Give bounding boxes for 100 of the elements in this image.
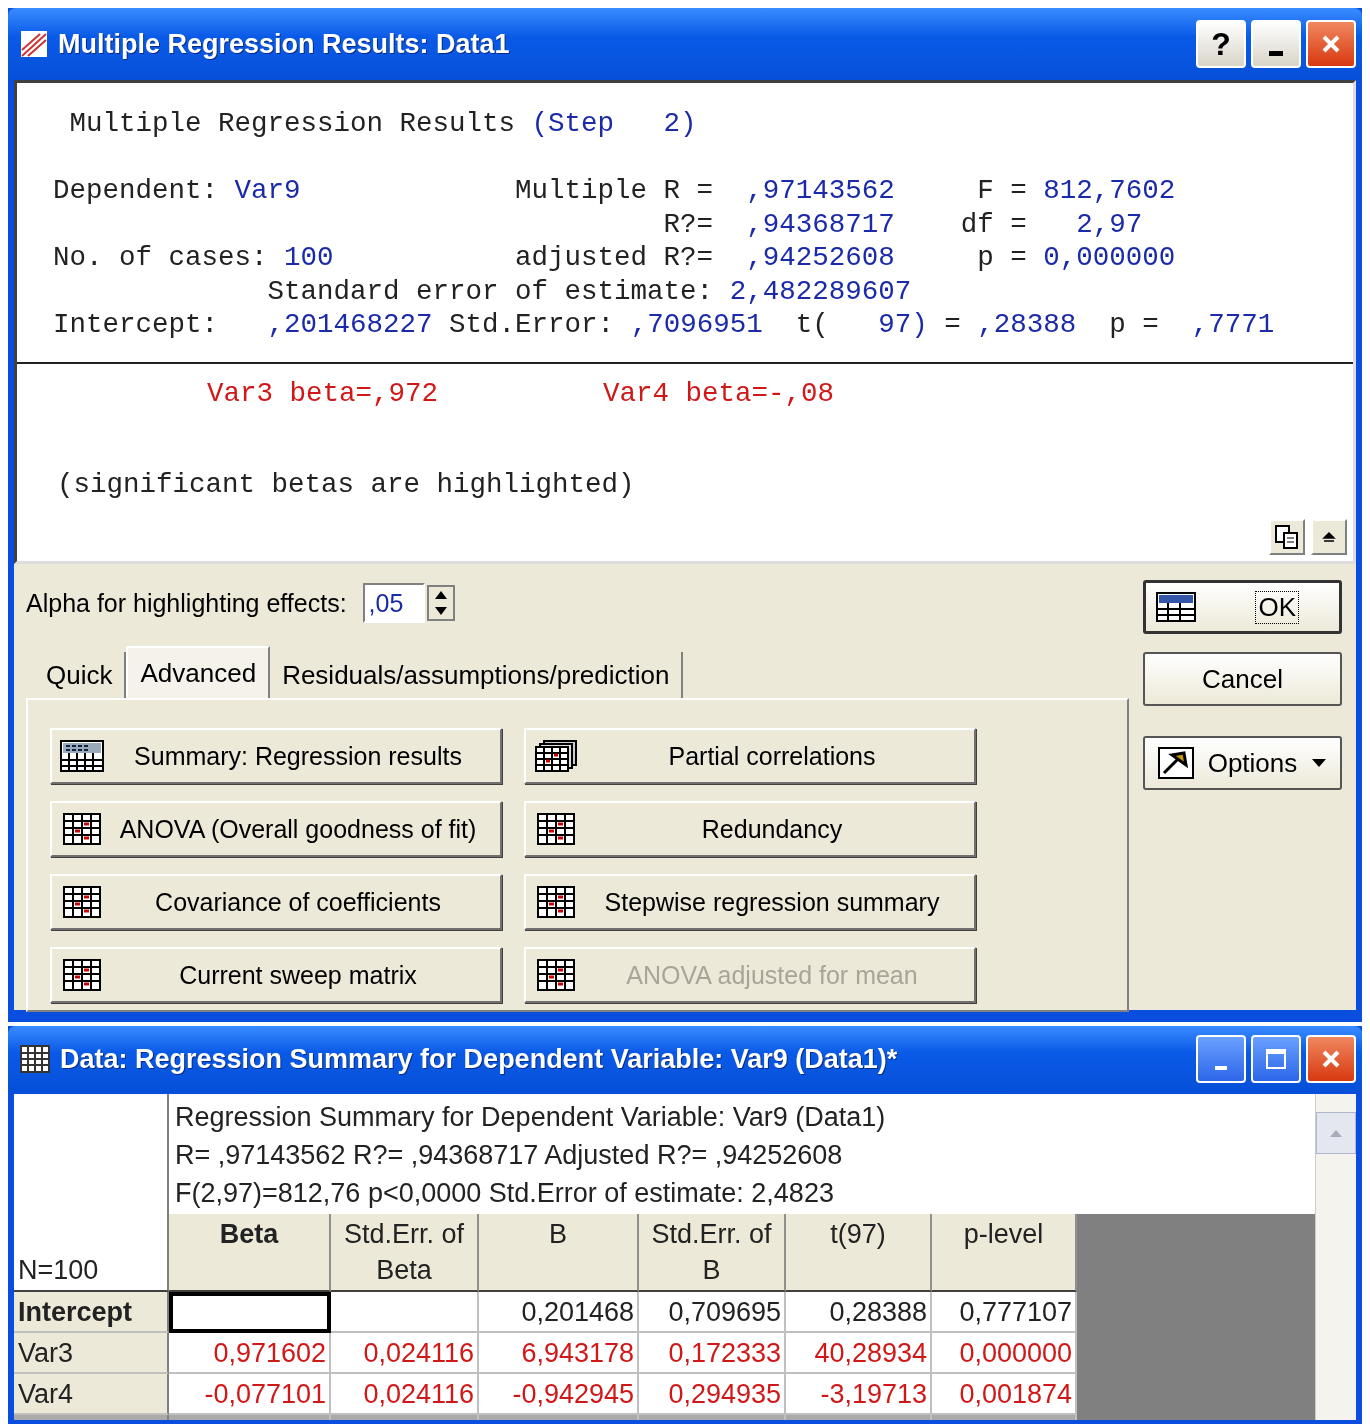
table-icon <box>1156 592 1196 622</box>
close-button[interactable] <box>1306 1035 1356 1083</box>
table-cell: 6,943178 <box>479 1333 639 1374</box>
column-header: Beta <box>169 1214 331 1292</box>
column-header: p-level <box>932 1214 1077 1292</box>
report-button[interactable]: ANOVA (Overall goodness of fit) <box>50 801 502 857</box>
grid-icon <box>534 886 578 918</box>
maximize-button[interactable] <box>1251 1035 1301 1083</box>
tab[interactable]: Advanced <box>126 646 271 698</box>
grid-icon <box>60 886 104 918</box>
report-note: (significant betas are highlighted) <box>56 467 636 500</box>
case-count: N=100 <box>18 1255 99 1286</box>
report-label: Intercept: <box>53 309 220 340</box>
hammer-icon <box>1157 747 1194 779</box>
report-label: p = <box>1108 309 1160 340</box>
title-line: R= ,97143562 R?= ,94368717 Adjusted R?= ,94252608 <box>175 1139 844 1172</box>
table-cell: 0,971602 <box>169 1333 331 1374</box>
report-value: 100 <box>284 242 334 273</box>
table-cell: 0,294935 <box>639 1374 786 1415</box>
report-value: 2,97 <box>1076 208 1143 240</box>
report-button[interactable]: Covariance of coefficients <box>50 874 502 930</box>
report-button[interactable]: Summary: Regression results <box>50 728 502 784</box>
help-button[interactable]: ? <box>1196 20 1246 68</box>
report-value: Var9 <box>234 175 301 206</box>
alpha-field[interactable]: ,05 <box>362 583 425 623</box>
minimize-button[interactable] <box>1251 20 1301 68</box>
report-label: R?= <box>662 208 715 240</box>
copy-button[interactable] <box>1269 519 1305 555</box>
grid-icon <box>60 959 104 991</box>
report-value: (Step 2) <box>531 108 697 139</box>
minimize-icon <box>1215 1066 1227 1070</box>
column-header: Std.Err. of Beta <box>331 1214 479 1292</box>
report-label: Dependent: <box>53 175 220 206</box>
report-value: ,28388 <box>977 309 1077 340</box>
caret-icon <box>1311 758 1328 768</box>
cancel-button[interactable]: Cancel <box>1143 652 1342 706</box>
beta-value: Var4 beta=-,08 <box>603 377 835 409</box>
table-cell: -0,077101 <box>169 1374 331 1415</box>
title-line: F(2,97)=812,76 p<0,0000 Std.Error of estimate: 2,4823 <box>175 1177 835 1210</box>
ok-button[interactable]: OK <box>1143 580 1342 634</box>
row-header: Var4 <box>14 1374 169 1415</box>
alpha-label: Alpha for highlighting effects: <box>26 588 347 618</box>
report-value: ,7771 <box>1191 309 1275 340</box>
table-cell: 0,201468 <box>479 1292 639 1333</box>
report-value: ,7096951 <box>630 309 763 340</box>
report-value: ,94368717 <box>746 208 895 240</box>
report-label: Multiple Regression Results <box>68 108 517 139</box>
table-cell: -3,19713 <box>786 1374 932 1415</box>
up-arrow-icon <box>1328 1128 1344 1138</box>
report-button[interactable]: Current sweep matrix <box>50 947 502 1003</box>
report-value: 2,482289607 <box>729 275 912 307</box>
report-value: ,201468227 <box>267 309 433 340</box>
table-cell: 0,709695 <box>639 1292 786 1333</box>
stacked-sheets-icon <box>534 740 578 772</box>
report-value: 0,000000 <box>1043 242 1176 273</box>
table-cell: 0,28388 <box>786 1292 932 1333</box>
chart-icon <box>20 30 48 58</box>
table-cell: -0,942945 <box>479 1374 639 1415</box>
report-value: 812,7602 <box>1043 175 1176 206</box>
report-label: No. of cases: <box>53 242 269 273</box>
title-line: Regression Summary for Dependent Variable: Var9 (Data1) <box>175 1101 887 1134</box>
summary-table-icon <box>60 740 104 772</box>
window-title: Multiple Regression Results: Data1 <box>58 28 511 60</box>
table-cell: 40,28934 <box>786 1333 932 1374</box>
row-header: Var3 <box>14 1333 169 1374</box>
copy-icon <box>1274 524 1300 550</box>
up-arrow-icon <box>1321 529 1337 545</box>
row-header: Intercept <box>14 1292 169 1333</box>
minimize-icon <box>1269 50 1283 56</box>
window-title: Data: Regression Summary for Dependent Variable: Var9 (Data1)* <box>60 1043 899 1075</box>
collapse-button[interactable] <box>1311 519 1347 555</box>
report-label: Std.Error: <box>448 309 616 340</box>
table-cell: 0,172333 <box>639 1333 786 1374</box>
table-cell: 0,024116 <box>331 1374 479 1415</box>
report-button[interactable]: Partial correlations <box>524 728 976 784</box>
report-label: Standard error of estimate: <box>266 275 715 307</box>
table-cell: 0,024116 <box>331 1333 479 1374</box>
grid-icon <box>534 959 578 991</box>
report-label: Multiple R = <box>514 175 715 206</box>
report-value: ,97143562 <box>746 175 895 206</box>
spin-buttons[interactable] <box>426 585 455 621</box>
report-label: df = <box>959 208 1028 240</box>
beta-value: Var3 beta=,972 <box>207 377 439 409</box>
close-button[interactable] <box>1306 20 1356 68</box>
grid-icon <box>60 813 104 845</box>
report-label: p = <box>976 242 1028 273</box>
report-value: 97) <box>878 309 928 340</box>
report-value: ,94252608 <box>746 242 895 273</box>
report-label: adjusted R?= <box>514 242 715 273</box>
table-cell: 0,777107 <box>932 1292 1077 1333</box>
options-button[interactable]: Options <box>1143 736 1342 790</box>
column-header: B <box>479 1214 639 1292</box>
column-header: Std.Err. of B <box>639 1214 786 1292</box>
report-button[interactable]: Stepwise regression summary <box>524 874 976 930</box>
grid-icon <box>534 813 578 845</box>
scrollbar[interactable] <box>1315 1094 1356 1420</box>
report-label: F = <box>976 175 1028 206</box>
report-button[interactable]: Redundancy <box>524 801 976 857</box>
report-label: t( <box>794 309 830 340</box>
spreadsheet-icon <box>20 1045 50 1073</box>
